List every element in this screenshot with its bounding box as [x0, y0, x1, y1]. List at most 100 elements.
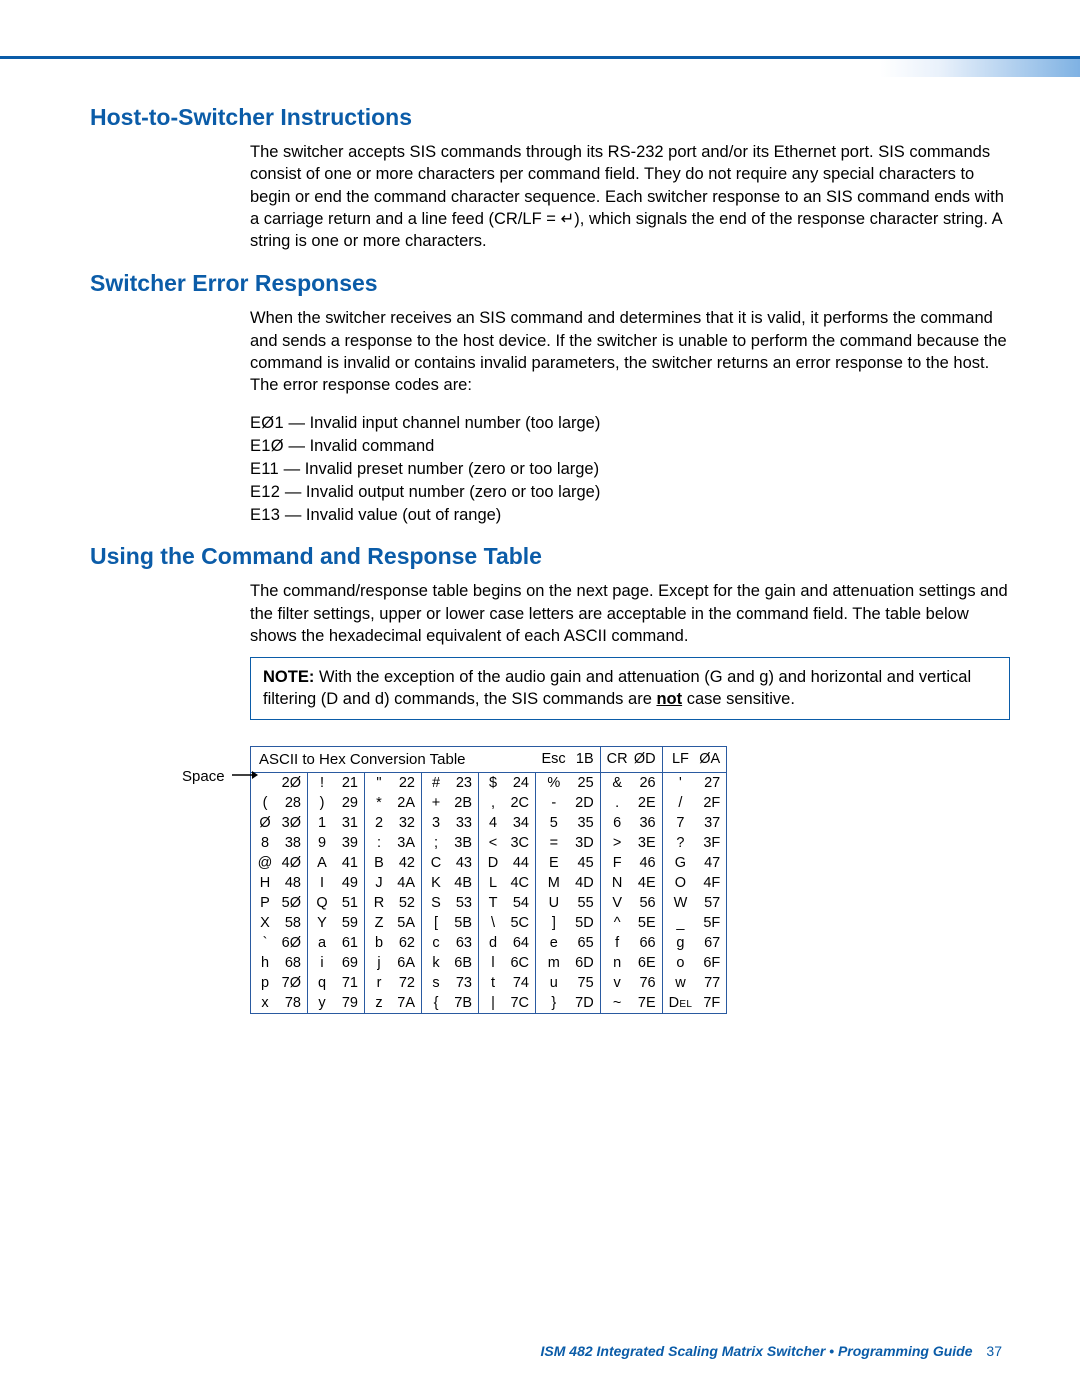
ascii-hex: 6B — [446, 953, 479, 973]
ascii-char: ^ — [600, 913, 629, 933]
table-row: p7Øq71r72s73t74u75v76w77 — [251, 973, 727, 993]
ascii-hex: 4B — [446, 873, 479, 893]
ascii-hex: 3A — [389, 833, 422, 853]
table-row: `6Øa61b62c63d64e65f66g67 — [251, 933, 727, 953]
ascii-hex: 7A — [389, 993, 422, 1014]
ascii-hex: 68 — [275, 953, 308, 973]
ascii-char: { — [422, 993, 447, 1014]
ascii-hex: 4A — [389, 873, 422, 893]
ascii-char: b — [365, 933, 390, 953]
ascii-char: % — [536, 772, 568, 793]
ascii-hex: 7D — [568, 993, 601, 1014]
page: Host-to-Switcher Instructions The switch… — [0, 0, 1080, 1397]
ascii-hex: 51 — [332, 893, 365, 913]
ascii-hex: 3C — [503, 833, 536, 853]
ascii-hex: 59 — [332, 913, 365, 933]
ascii-char: ( — [251, 793, 276, 813]
ascii-table-wrap: Space ASCII to Hex Conversion Table Esc … — [250, 746, 1010, 1014]
ascii-hex: 71 — [332, 973, 365, 993]
ascii-hex: 36 — [630, 813, 663, 833]
ascii-char: x — [251, 993, 276, 1014]
ascii-char: M — [536, 873, 568, 893]
para-err: When the switcher receives an SIS comman… — [250, 307, 1010, 396]
ascii-hex: 76 — [630, 973, 663, 993]
ascii-char: B — [365, 853, 390, 873]
ascii-char: n — [600, 953, 629, 973]
ascii-char: l — [479, 953, 504, 973]
ascii-char: / — [662, 793, 694, 813]
ascii-char: S — [422, 893, 447, 913]
ascii-hex: 26 — [630, 772, 663, 793]
ascii-hex: 39 — [332, 833, 365, 853]
ascii-hex: 77 — [694, 973, 727, 993]
error-code-item: EØ1 — Invalid input channel number (too … — [250, 414, 1010, 433]
ascii-char: a — [308, 933, 333, 953]
ascii-hex: 66 — [630, 933, 663, 953]
ascii-char: u — [536, 973, 568, 993]
ascii-char: 3 — [422, 813, 447, 833]
page-number: 37 — [986, 1343, 1002, 1359]
table-row: @4ØA41B42C43D44E45F46G47 — [251, 853, 727, 873]
ascii-char: R — [365, 893, 390, 913]
ascii-hex: 3E — [630, 833, 663, 853]
ascii-hex: 62 — [389, 933, 422, 953]
ascii-hex: 69 — [332, 953, 365, 973]
note-not: not — [656, 690, 682, 708]
ascii-hex: 28 — [275, 793, 308, 813]
ascii-char: * — [365, 793, 390, 813]
ascii-hex: 53 — [446, 893, 479, 913]
ascii-char: ; — [422, 833, 447, 853]
ascii-hex: 48 — [275, 873, 308, 893]
ascii-char: J — [365, 873, 390, 893]
ascii-hex: 47 — [694, 853, 727, 873]
ascii-hex: 54 — [503, 893, 536, 913]
ascii-char: d — [479, 933, 504, 953]
ascii-char: A — [308, 853, 333, 873]
ascii-char: N — [600, 873, 629, 893]
ascii-char: I — [308, 873, 333, 893]
ascii-hex: 2Ø — [275, 772, 308, 793]
ascii-char: < — [479, 833, 504, 853]
note-code-G: G — [710, 668, 723, 686]
ascii-hex: 37 — [694, 813, 727, 833]
ascii-char: m — [536, 953, 568, 973]
error-desc: — Invalid command — [284, 437, 434, 455]
ascii-char: 2 — [365, 813, 390, 833]
ascii-char: q — [308, 973, 333, 993]
ascii-hex: 29 — [332, 793, 365, 813]
ascii-hex: 44 — [503, 853, 536, 873]
ascii-hex: 61 — [332, 933, 365, 953]
note-text-1: With the exception of the audio gain and… — [319, 668, 710, 686]
ascii-char: ! — [308, 772, 333, 793]
ascii-hex: 5Ø — [275, 893, 308, 913]
ascii-hex: 74 — [503, 973, 536, 993]
ascii-char: s — [422, 973, 447, 993]
ascii-hex: 5C — [503, 913, 536, 933]
ascii-char: p — [251, 973, 276, 993]
ascii-table-title: ASCII to Hex Conversion Table — [251, 746, 536, 772]
ascii-hex: 32 — [389, 813, 422, 833]
ascii-char: r — [365, 973, 390, 993]
ascii-hex: 33 — [446, 813, 479, 833]
ascii-char: w — [662, 973, 694, 993]
content: Host-to-Switcher Instructions The switch… — [90, 104, 1010, 1014]
heading-command-response-table: Using the Command and Response Table — [90, 543, 1010, 570]
ascii-char: \ — [479, 913, 504, 933]
note-text-and2: and — [338, 690, 375, 708]
ascii-char: E — [536, 853, 568, 873]
ascii-char: 8 — [251, 833, 276, 853]
error-code: E1Ø — [250, 437, 284, 455]
ascii-hex: 34 — [503, 813, 536, 833]
note-label: NOTE: — [263, 668, 314, 686]
error-code-item: E1Ø — Invalid command — [250, 437, 1010, 456]
ascii-hex: 75 — [568, 973, 601, 993]
top-gradient — [880, 59, 1080, 77]
ascii-char: " — [365, 772, 390, 793]
ascii-hex: 5B — [446, 913, 479, 933]
ascii-char: ? — [662, 833, 694, 853]
ascii-hex: 2C — [503, 793, 536, 813]
ascii-char: $ — [479, 772, 504, 793]
ascii-hex: 25 — [568, 772, 601, 793]
ascii-hex: 73 — [446, 973, 479, 993]
hdr-esc-ch: Esc — [536, 746, 568, 772]
